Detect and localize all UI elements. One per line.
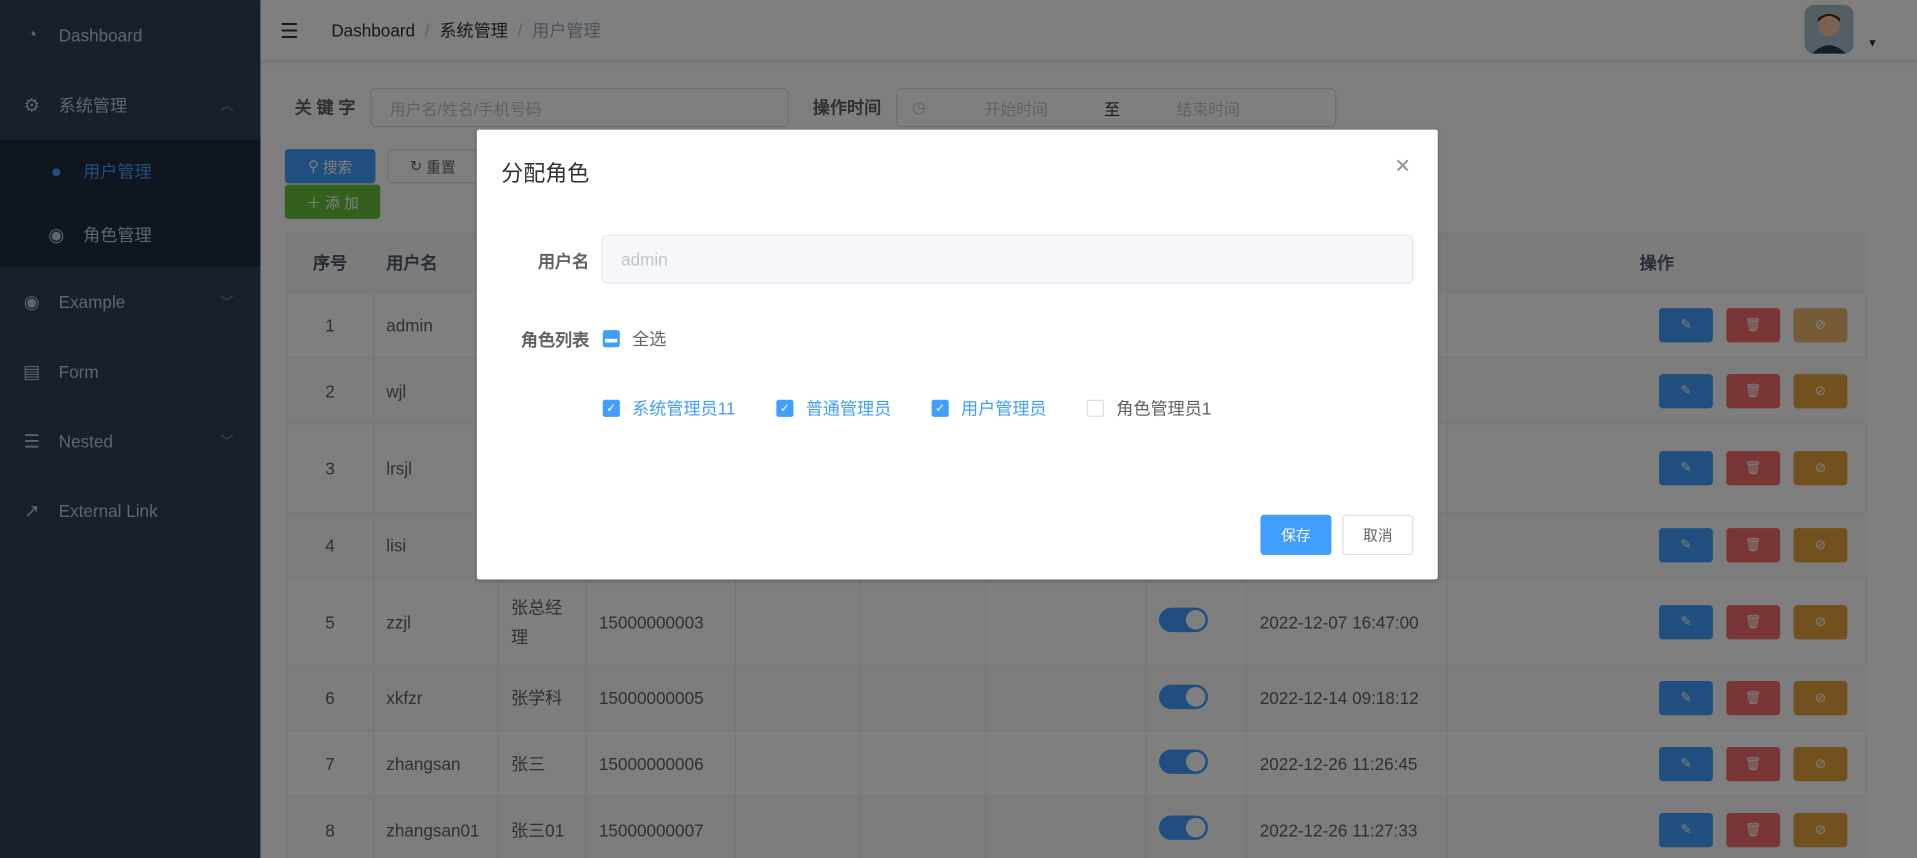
checkbox-empty-icon [1086, 399, 1105, 417]
check-icon: ✓ [931, 399, 949, 417]
cancel-button[interactable]: 取消 [1342, 514, 1414, 556]
role-checkbox[interactable]: ✓ 系统管理员11 [602, 396, 735, 420]
username-field[interactable]: admin [601, 234, 1414, 284]
select-all-checkbox[interactable]: ▬ 全选 [602, 326, 666, 350]
check-icon: ✓ [776, 399, 794, 417]
close-icon[interactable]: ✕ [1394, 154, 1410, 178]
indeterminate-icon: ▬ [602, 330, 620, 348]
assign-role-dialog: 分配角色 ✕ 用户名 admin 角色列表 ▬ 全选 ✓ 系统管理员11 ✓ 普通管理员… [476, 129, 1438, 580]
role-checkbox[interactable]: 角色管理员1 [1086, 396, 1211, 420]
role-checkbox[interactable]: ✓ 普通管理员 [776, 396, 891, 420]
save-button[interactable]: 保存 [1260, 514, 1332, 556]
dialog-title: 分配角色 [501, 161, 590, 186]
check-icon: ✓ [602, 399, 620, 417]
role-checkbox[interactable]: ✓ 用户管理员 [931, 396, 1047, 420]
